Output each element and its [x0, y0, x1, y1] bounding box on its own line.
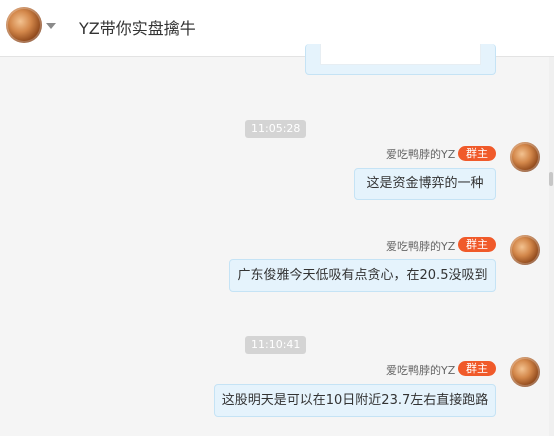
scrollbar-thumb[interactable] — [549, 172, 553, 186]
message-timestamp: 11:05:28 — [245, 120, 307, 138]
role-badge: 群主 — [458, 237, 496, 252]
role-badge: 群主 — [458, 146, 496, 161]
message-bubble[interactable]: 广东俊雅今天低吸有点贪心，在20.5没吸到 — [229, 259, 496, 292]
message-timestamp: 11:10:41 — [245, 336, 307, 354]
message-bubble[interactable]: 这股明天是可以在10日附近23.7左右直接跑路 — [214, 384, 496, 417]
role-badge: 群主 — [458, 361, 496, 376]
chat-scrollbar[interactable] — [549, 57, 554, 436]
sender-avatar-icon[interactable] — [510, 142, 540, 172]
sender-avatar-icon[interactable] — [510, 235, 540, 265]
sender-avatar-icon[interactable] — [510, 357, 540, 387]
message-bubble[interactable]: 这是资金博弈的一种 — [354, 168, 496, 200]
sender-name[interactable]: 爱吃鸭脖的YZ — [386, 238, 455, 254]
group-avatar-icon[interactable] — [6, 7, 42, 43]
previous-message-bubble — [305, 44, 496, 75]
sender-name[interactable]: 爱吃鸭脖的YZ — [386, 146, 455, 162]
sender-name[interactable]: 爱吃鸭脖的YZ — [386, 362, 455, 378]
group-title[interactable]: YZ带你实盘擒牛 — [79, 15, 196, 39]
previous-message-content — [320, 44, 481, 65]
caret-down-icon[interactable] — [46, 23, 56, 29]
